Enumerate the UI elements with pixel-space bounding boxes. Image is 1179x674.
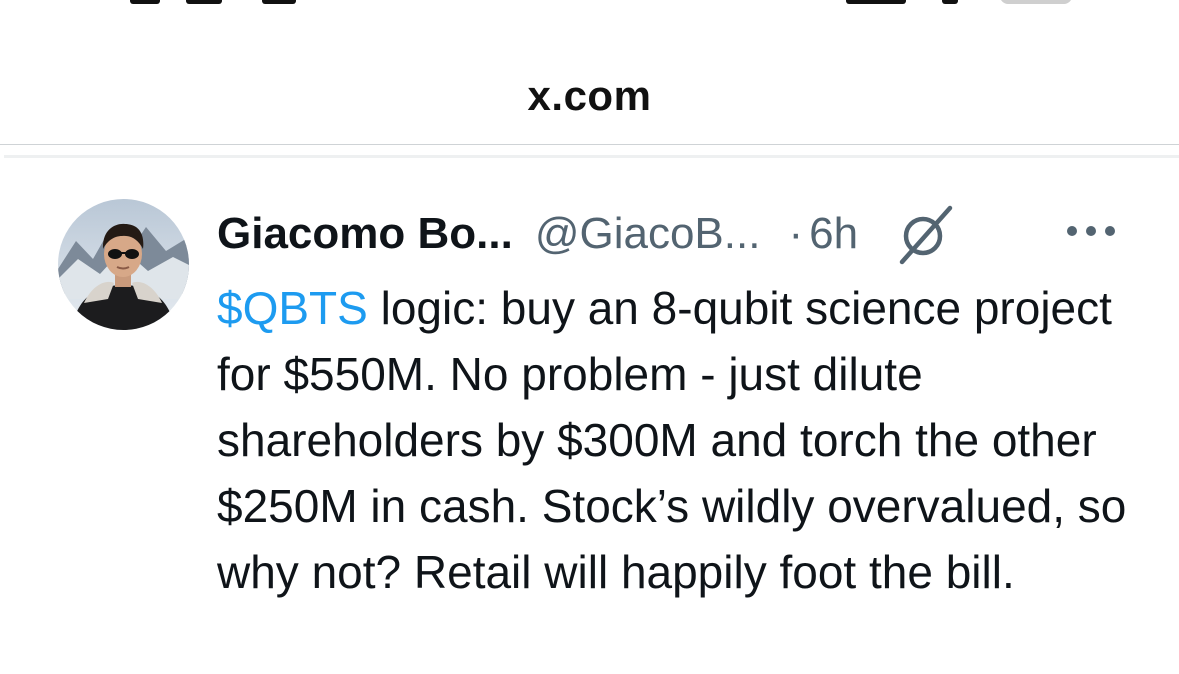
avatar-image xyxy=(58,199,189,330)
tweet[interactable]: Giacomo Bo... @GiacoB... · 6h $QBTS logi… xyxy=(0,158,1179,674)
cashtag-link[interactable]: $QBTS xyxy=(217,282,368,334)
tweet-text: $QBTS logic: buy an 8-qubit science proj… xyxy=(217,275,1147,605)
grok-icon[interactable] xyxy=(892,202,956,266)
author-name[interactable]: Giacomo Bo... xyxy=(217,209,513,259)
timestamp[interactable]: 6h xyxy=(809,209,858,259)
more-icon[interactable] xyxy=(1064,216,1118,246)
address-bar[interactable]: x.com xyxy=(0,0,1179,145)
avatar[interactable] xyxy=(58,199,189,330)
url-text[interactable]: x.com xyxy=(0,72,1179,120)
separator-dot: · xyxy=(788,209,804,258)
author-handle[interactable]: @GiacoB... xyxy=(535,209,761,259)
tweet-header: Giacomo Bo... @GiacoB... · 6h xyxy=(217,205,1137,265)
